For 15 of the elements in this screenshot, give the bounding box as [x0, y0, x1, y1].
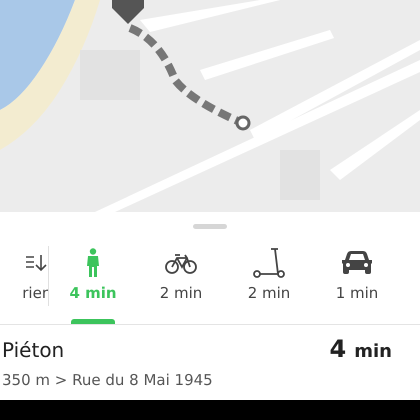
route-title: Piéton	[2, 338, 64, 362]
travel-mode-tab[interactable]: 1 min	[313, 246, 401, 324]
route-detail: 350 m > Rue du 8 Mai 1945	[2, 371, 214, 389]
sort-tab[interactable]: rier	[0, 246, 48, 324]
scooter-icon	[253, 247, 285, 279]
duration-unit: min	[354, 341, 392, 362]
car-icon	[341, 250, 373, 276]
travel-mode-tab[interactable]: 2 min	[225, 246, 313, 324]
duration-value: 4	[330, 335, 346, 363]
sort-icon	[26, 253, 48, 273]
travel-mode-tab[interactable]: 2 min	[137, 246, 225, 324]
drag-handle[interactable]	[193, 224, 227, 229]
selected-indicator	[71, 319, 115, 324]
bicycle-icon	[165, 252, 197, 274]
walking-person-icon	[85, 248, 101, 278]
